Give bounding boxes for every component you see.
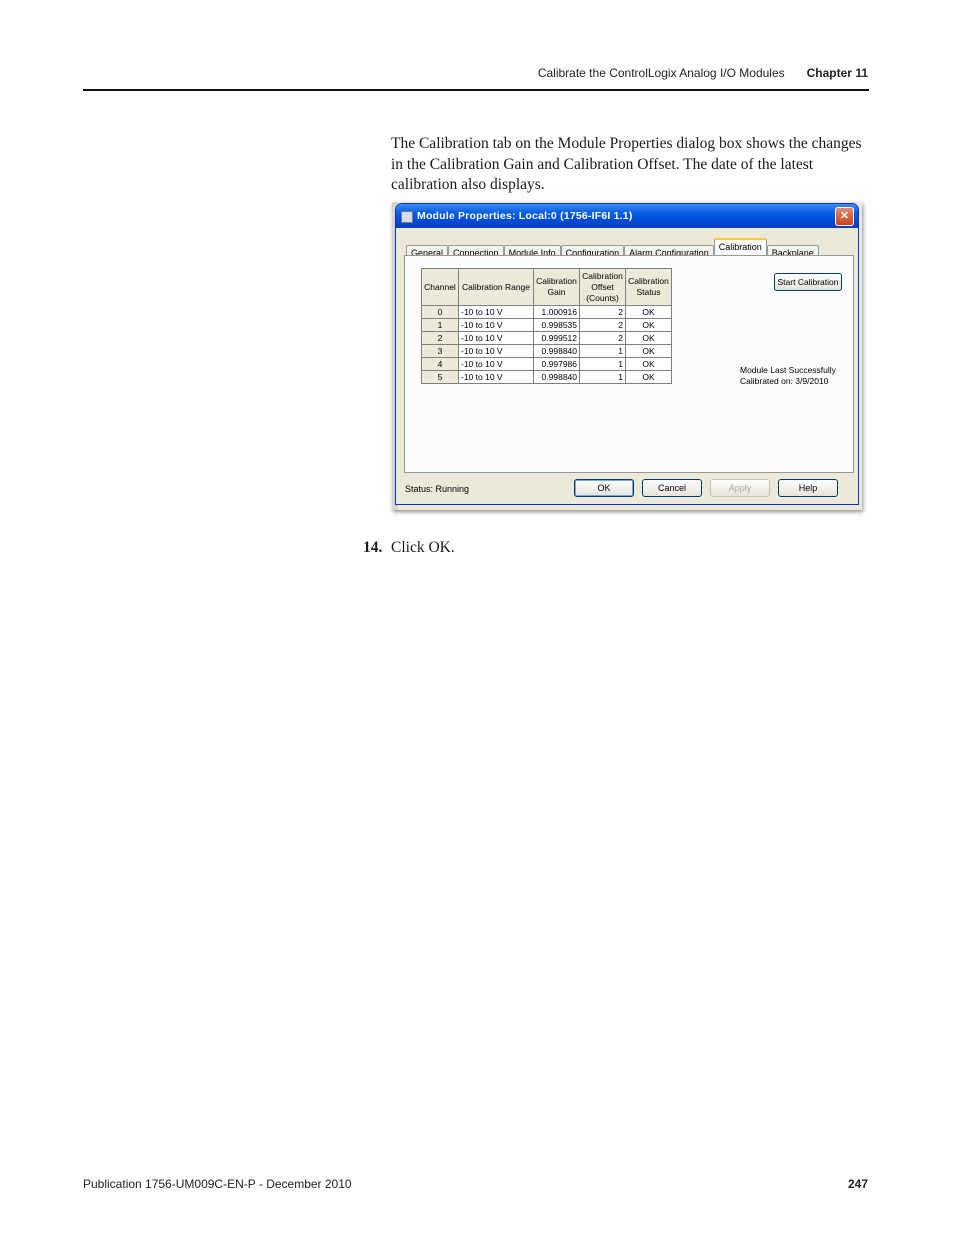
step-instruction: 14. Click OK. xyxy=(363,539,455,557)
range-cell: -10 to 10 V xyxy=(458,370,534,384)
gain-cell: 0.998840 xyxy=(533,344,580,358)
gain-cell: 0.999512 xyxy=(533,331,580,345)
range-cell: -10 to 10 V xyxy=(458,331,534,345)
window-icon xyxy=(401,211,413,223)
range-cell: -10 to 10 V xyxy=(458,344,534,358)
last-calibration-line1: Module Last Successfully xyxy=(740,365,836,375)
status-cell: OK xyxy=(625,370,672,384)
module-properties-dialog: Module Properties: Local:0 (1756-IF6I 1.… xyxy=(395,203,859,505)
ok-button[interactable]: OK xyxy=(574,479,634,497)
channel-cell: 0 xyxy=(421,305,459,319)
offset-cell: 2 xyxy=(579,331,626,345)
gain-cell: 0.998840 xyxy=(533,370,580,384)
gain-cell: 0.998535 xyxy=(533,318,580,332)
tab-strip: General Connection Module Info Configuratio… xyxy=(406,238,819,261)
help-button[interactable]: Help xyxy=(778,479,838,497)
page-number: 247 xyxy=(847,1177,868,1191)
status-cell: OK xyxy=(625,357,672,371)
step-number: 14. xyxy=(363,539,383,556)
table-row[interactable]: 2 -10 to 10 V 0.999512 2 OK xyxy=(421,331,672,345)
status-text: Status: Running xyxy=(405,484,470,494)
offset-cell: 1 xyxy=(579,344,626,358)
channel-cell: 1 xyxy=(421,318,459,332)
offset-cell: 2 xyxy=(579,318,626,332)
channel-cell: 4 xyxy=(421,357,459,371)
header-calibration-gain: Calibration Gain xyxy=(533,268,580,306)
header-channel: Channel xyxy=(421,268,459,306)
cancel-button[interactable]: Cancel xyxy=(642,479,702,497)
table-row[interactable]: 5 -10 to 10 V 0.998840 1 OK xyxy=(421,370,672,384)
step-text: Click OK. xyxy=(391,539,455,556)
close-button[interactable]: ✕ xyxy=(835,207,854,226)
last-calibration-info: Module Last Successfully Calibrated on: … xyxy=(740,365,836,387)
header-calibration-offset: Calibration Offset (Counts) xyxy=(579,268,626,306)
header-rule xyxy=(83,89,869,91)
last-calibration-line2: Calibrated on: 3/9/2010 xyxy=(740,376,829,386)
calibration-panel: Channel Calibration Range Calibration Ga… xyxy=(404,255,854,473)
range-cell: -10 to 10 V xyxy=(458,305,534,319)
table-row[interactable]: 4 -10 to 10 V 0.997986 1 OK xyxy=(421,357,672,371)
table-row[interactable]: 0 -10 to 10 V 1.000916 2 OK xyxy=(421,305,672,319)
publication-footer: Publication 1756-UM009C-EN-P - December … xyxy=(83,1177,352,1191)
offset-cell: 2 xyxy=(579,305,626,319)
status-cell: OK xyxy=(625,318,672,332)
apply-button[interactable]: Apply xyxy=(710,479,770,497)
chapter-label: Chapter 11 xyxy=(806,66,868,80)
dialog-titlebar[interactable]: Module Properties: Local:0 (1756-IF6I 1.… xyxy=(396,204,858,228)
intro-paragraph: The Calibration tab on the Module Proper… xyxy=(391,135,862,193)
start-calibration-button[interactable]: Start Calibration xyxy=(774,273,842,291)
header-calibration-status: Calibration Status xyxy=(625,268,672,306)
close-icon: ✕ xyxy=(839,210,850,222)
dialog-title: Module Properties: Local:0 (1756-IF6I 1.… xyxy=(417,210,633,222)
running-header: Calibrate the ControlLogix Analog I/O Mo… xyxy=(538,66,868,80)
table-row[interactable]: 1 -10 to 10 V 0.998535 2 OK xyxy=(421,318,672,332)
status-cell: OK xyxy=(625,331,672,345)
table-row[interactable]: 3 -10 to 10 V 0.998840 1 OK xyxy=(421,344,672,358)
section-title: Calibrate the ControlLogix Analog I/O Mo… xyxy=(537,66,785,80)
offset-cell: 1 xyxy=(579,370,626,384)
range-cell: -10 to 10 V xyxy=(458,318,534,332)
gain-cell: 1.000916 xyxy=(533,305,580,319)
offset-cell: 1 xyxy=(579,357,626,371)
header-calibration-range: Calibration Range xyxy=(458,268,534,306)
dialog-screenshot: Module Properties: Local:0 (1756-IF6I 1.… xyxy=(392,202,862,510)
status-cell: OK xyxy=(625,344,672,358)
gain-cell: 0.997986 xyxy=(533,357,580,371)
status-cell: OK xyxy=(625,305,672,319)
calibration-table: Channel Calibration Range Calibration Ga… xyxy=(421,268,672,384)
channel-cell: 3 xyxy=(421,344,459,358)
table-header-row: Channel Calibration Range Calibration Ga… xyxy=(421,268,672,306)
channel-cell: 5 xyxy=(421,370,459,384)
range-cell: -10 to 10 V xyxy=(458,357,534,371)
channel-cell: 2 xyxy=(421,331,459,345)
